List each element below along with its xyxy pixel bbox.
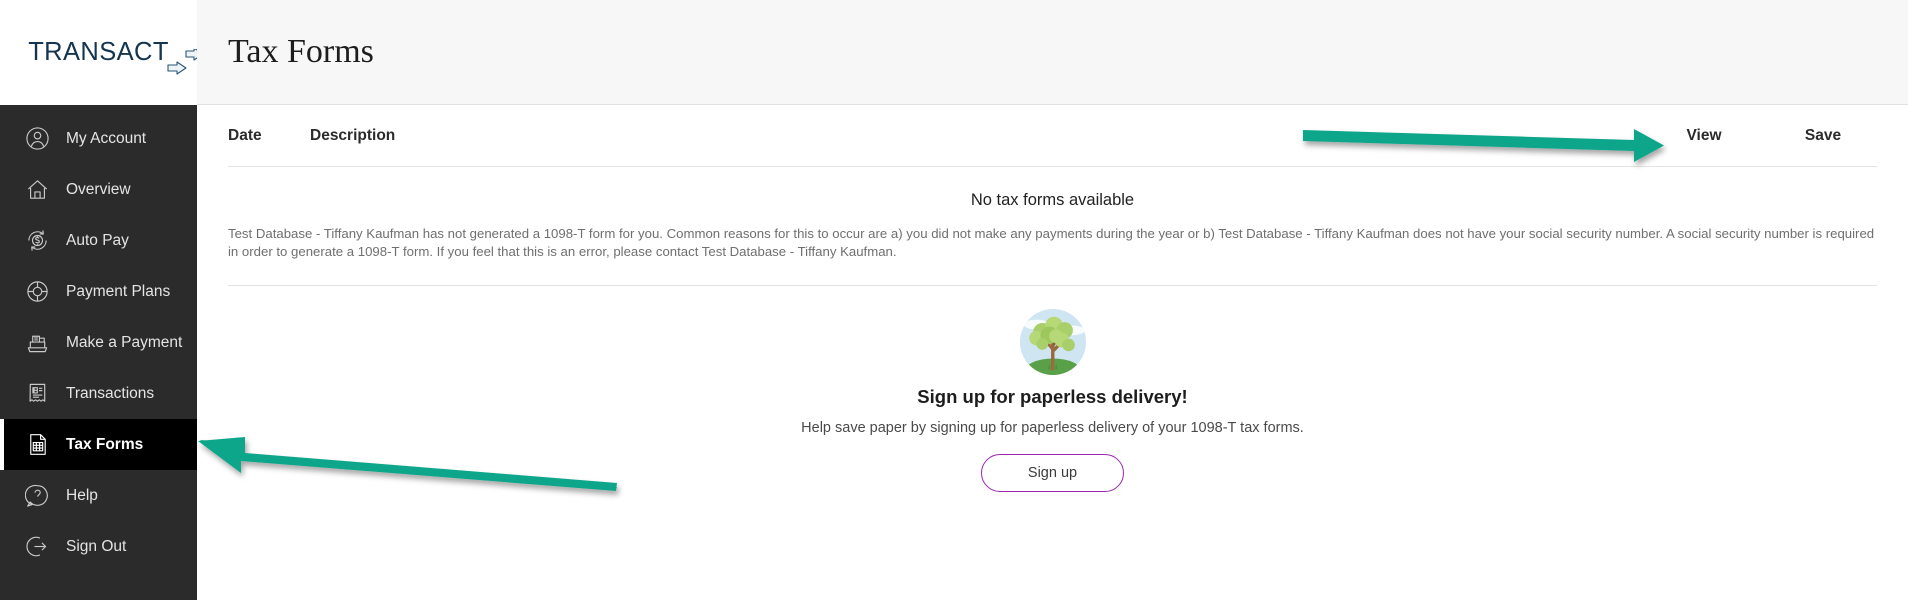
column-header-description: Description bbox=[310, 126, 396, 144]
sign-out-icon bbox=[22, 532, 52, 562]
paperless-subtitle: Help save paper by signing up for paperl… bbox=[801, 420, 1304, 437]
sidebar-item-label: Transactions bbox=[66, 384, 155, 402]
page-title: Tax Forms bbox=[228, 33, 374, 70]
sidebar-item-label: Sign Out bbox=[66, 537, 127, 555]
sidebar-item-auto-pay[interactable]: Auto Pay bbox=[0, 215, 197, 266]
auto-pay-icon bbox=[22, 226, 52, 256]
sidebar-item-sign-out[interactable]: Sign Out bbox=[0, 521, 197, 572]
receipt-icon bbox=[22, 379, 52, 409]
sidebar-item-label: Overview bbox=[66, 180, 131, 198]
tax-forms-page: TRANSACT My Account Overview Auto Pay Pa… bbox=[0, 0, 1908, 600]
empty-state-message: No tax forms available bbox=[970, 191, 1135, 209]
brand-logo[interactable]: TRANSACT bbox=[0, 0, 204, 105]
sidebar-item-label: Auto Pay bbox=[66, 231, 129, 249]
sidebar-item-overview[interactable]: Overview bbox=[0, 164, 197, 215]
cash-register-icon bbox=[22, 328, 52, 358]
home-icon bbox=[22, 175, 52, 205]
sidebar-item-make-a-payment[interactable]: Make a Payment bbox=[0, 317, 197, 368]
sidebar-item-label: Payment Plans bbox=[66, 282, 171, 300]
user-circle-icon bbox=[22, 124, 52, 154]
sidebar-item-help[interactable]: Help bbox=[0, 470, 197, 521]
tax-forms-table-header: Date Description View Save bbox=[228, 105, 1877, 167]
sidebar-item-transactions[interactable]: Transactions bbox=[0, 368, 197, 419]
paperless-title: Sign up for paperless delivery! bbox=[917, 386, 1188, 408]
sidebar-item-my-account[interactable]: My Account bbox=[0, 113, 197, 164]
sidebar-nav: My Account Overview Auto Pay Payment Pla… bbox=[0, 105, 197, 600]
sidebar: TRANSACT My Account Overview Auto Pay Pa… bbox=[0, 0, 204, 600]
sidebar-item-label: Tax Forms bbox=[66, 435, 144, 453]
sidebar-item-payment-plans[interactable]: Payment Plans bbox=[0, 266, 197, 317]
sidebar-item-label: My Account bbox=[66, 129, 147, 147]
tax-form-icon bbox=[22, 430, 52, 460]
payment-plans-icon bbox=[22, 277, 52, 307]
tree-illustration-icon bbox=[228, 308, 1877, 376]
sign-up-button[interactable]: Sign up bbox=[981, 454, 1124, 493]
column-header-save: Save bbox=[1804, 126, 1842, 144]
empty-state-explanation: Test Database - Tiffany Kaufman has not … bbox=[228, 225, 1877, 287]
paperless-signup-section: Sign up for paperless delivery! Help sav… bbox=[228, 286, 1877, 493]
sidebar-item-tax-forms[interactable]: Tax Forms bbox=[0, 419, 197, 470]
sidebar-item-label: Help bbox=[66, 486, 98, 504]
brand-name: TRANSACT bbox=[28, 37, 169, 66]
tax-forms-content: Date Description View Save No tax forms … bbox=[197, 105, 1908, 600]
main-content: Tax Forms Date Description View Save No … bbox=[197, 0, 1908, 600]
question-icon bbox=[22, 481, 52, 511]
column-header-date: Date bbox=[228, 126, 262, 144]
page-header: Tax Forms bbox=[197, 0, 1908, 105]
sidebar-item-label: Make a Payment bbox=[66, 333, 183, 351]
column-header-view: View bbox=[1686, 126, 1722, 144]
